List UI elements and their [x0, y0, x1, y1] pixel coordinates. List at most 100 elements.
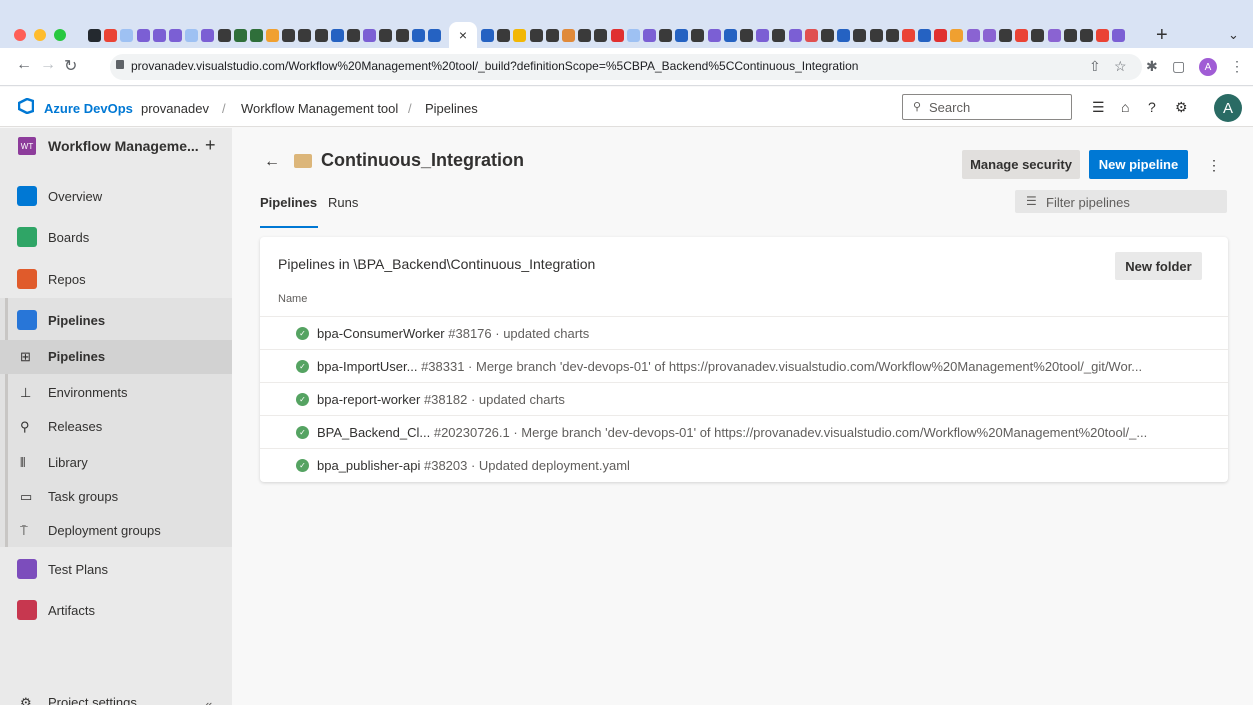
active-tab-close-icon[interactable]: ×	[449, 22, 477, 48]
product-name[interactable]: Azure DevOps	[44, 101, 133, 116]
tab-icon[interactable]	[411, 28, 425, 42]
tab-icon[interactable]	[1096, 28, 1110, 42]
tab-icon[interactable]	[659, 28, 673, 42]
tab-icon[interactable]	[168, 28, 182, 42]
marketplace-icon[interactable]: ⌂	[1121, 99, 1129, 115]
url-text[interactable]: provanadev.visualstudio.com/Workflow%20M…	[131, 59, 858, 73]
tab-icon[interactable]	[901, 28, 915, 42]
tab-pipelines[interactable]: Pipelines	[260, 195, 317, 210]
sidebar-item-project-settings[interactable]: ⚙ Project settings	[0, 690, 232, 705]
sidebar-subitem-deployment-groups[interactable]: ⍑ Deployment groups	[0, 514, 232, 548]
tab-icon[interactable]	[772, 28, 786, 42]
gmail-tab-icon[interactable]	[104, 28, 118, 42]
tab-icon[interactable]	[233, 28, 247, 42]
tab-icon[interactable]	[999, 28, 1012, 42]
tab-icon[interactable]	[481, 28, 494, 42]
lock-icon[interactable]	[116, 60, 124, 69]
pipeline-name[interactable]: bpa-ImportUser...	[317, 359, 417, 374]
tab-icon[interactable]	[691, 28, 705, 42]
tab-icon[interactable]	[136, 28, 150, 42]
sidebar-item-boards[interactable]: Boards	[0, 221, 232, 255]
minimize-window-icon[interactable]	[34, 29, 46, 41]
add-icon[interactable]: +	[205, 135, 216, 156]
tab-icon[interactable]	[545, 28, 559, 42]
tab-icon[interactable]	[513, 28, 527, 42]
pipeline-name[interactable]: BPA_Backend_Cl...	[317, 425, 430, 440]
tab-runs[interactable]: Runs	[328, 195, 358, 210]
tab-icon[interactable]	[529, 28, 543, 42]
pipeline-name[interactable]: bpa_publisher-api	[317, 458, 420, 473]
sidebar-item-repos[interactable]: Repos	[0, 263, 232, 297]
tab-icon[interactable]	[185, 28, 199, 42]
tab-icon[interactable]	[578, 28, 592, 42]
sidebar-item-pipelines[interactable]: Pipelines	[0, 304, 232, 338]
extensions-icon[interactable]: ✱	[1146, 58, 1158, 75]
tab-icon[interactable]	[707, 28, 721, 42]
tab-icon[interactable]	[249, 28, 263, 42]
tab-icon[interactable]	[610, 28, 624, 42]
tab-icon[interactable]	[120, 28, 134, 42]
tab-icon[interactable]	[675, 28, 689, 42]
tab-icon[interactable]	[723, 28, 737, 42]
user-settings-icon[interactable]: ⚙	[1175, 99, 1188, 116]
tab-icon[interactable]	[820, 28, 834, 42]
tab-icon[interactable]	[330, 28, 344, 42]
tab-icon[interactable]	[804, 28, 818, 42]
sidebar-subitem-pipelines[interactable]: ⊞ Pipelines	[0, 340, 232, 374]
tab-icon[interactable]	[837, 28, 851, 42]
sidebar-item-artifacts[interactable]: Artifacts	[0, 594, 232, 628]
share-icon[interactable]: ⇧	[1089, 58, 1101, 75]
bookmark-star-icon[interactable]: ☆	[1114, 58, 1127, 75]
search-input[interactable]	[902, 94, 1072, 120]
column-header-name[interactable]: Name	[278, 293, 307, 305]
sidebar-subitem-environments[interactable]: ⊥ Environments	[0, 376, 232, 410]
browser-menu-icon[interactable]: ⋮	[1230, 58, 1244, 75]
tab-icon[interactable]	[788, 28, 802, 42]
tab-icon[interactable]	[1063, 28, 1077, 42]
breadcrumb-section[interactable]: Pipelines	[425, 101, 478, 116]
tab-icon[interactable]	[497, 28, 511, 42]
help-icon[interactable]: ?	[1148, 99, 1156, 115]
back-arrow-icon[interactable]: ←	[264, 153, 280, 171]
maximize-window-icon[interactable]	[54, 29, 66, 41]
side-panel-icon[interactable]: ▢	[1172, 58, 1185, 75]
sidebar-subitem-library[interactable]: ⫴ Library	[0, 446, 232, 480]
pipeline-name[interactable]: bpa-ConsumerWorker	[317, 326, 445, 341]
tab-icon[interactable]	[626, 28, 640, 42]
tab-icon[interactable]	[966, 28, 980, 42]
manage-security-button[interactable]: Manage security	[962, 150, 1080, 179]
tab-icon[interactable]	[282, 28, 296, 42]
tab-icon[interactable]	[950, 28, 964, 42]
tab-icon[interactable]	[1031, 28, 1045, 42]
tab-icon[interactable]	[982, 28, 996, 42]
tab-icon[interactable]	[756, 28, 770, 42]
tab-icon[interactable]	[1079, 28, 1093, 42]
tab-icon[interactable]	[918, 28, 932, 42]
sidebar-subitem-task-groups[interactable]: ▭ Task groups	[0, 480, 232, 514]
tab-search-icon[interactable]: ⌄	[1228, 27, 1239, 43]
tab-icon[interactable]	[740, 28, 753, 42]
tab-icon[interactable]	[152, 28, 166, 42]
reload-icon[interactable]: ↻	[64, 56, 77, 76]
new-tab-button[interactable]: +	[1156, 24, 1168, 47]
breadcrumb-project[interactable]: Workflow Management tool	[241, 101, 398, 116]
tab-icon[interactable]	[217, 28, 231, 42]
new-folder-button[interactable]: New folder	[1115, 252, 1202, 280]
tab-icon[interactable]	[201, 28, 215, 42]
tab-icon[interactable]	[869, 28, 883, 42]
tab-icon[interactable]	[934, 28, 948, 42]
more-actions-icon[interactable]: ⋮	[1207, 157, 1221, 174]
project-name[interactable]: Workflow Manageme...	[48, 138, 199, 154]
back-icon[interactable]: ←	[16, 56, 32, 74]
work-items-icon[interactable]: ☰	[1092, 99, 1105, 116]
tab-icon[interactable]	[1112, 28, 1126, 42]
tab-icon[interactable]	[395, 28, 409, 42]
azure-devops-logo-icon[interactable]	[18, 98, 34, 114]
sidebar-item-test-plans[interactable]: Test Plans	[0, 553, 232, 587]
browser-tabs[interactable]	[88, 26, 444, 44]
tab-icon[interactable]	[642, 28, 656, 42]
breadcrumb-org[interactable]: provanadev	[141, 101, 209, 116]
forward-icon[interactable]: →	[40, 56, 56, 74]
browser-profile-avatar[interactable]: A	[1199, 58, 1217, 76]
tab-icon[interactable]	[1047, 28, 1061, 42]
